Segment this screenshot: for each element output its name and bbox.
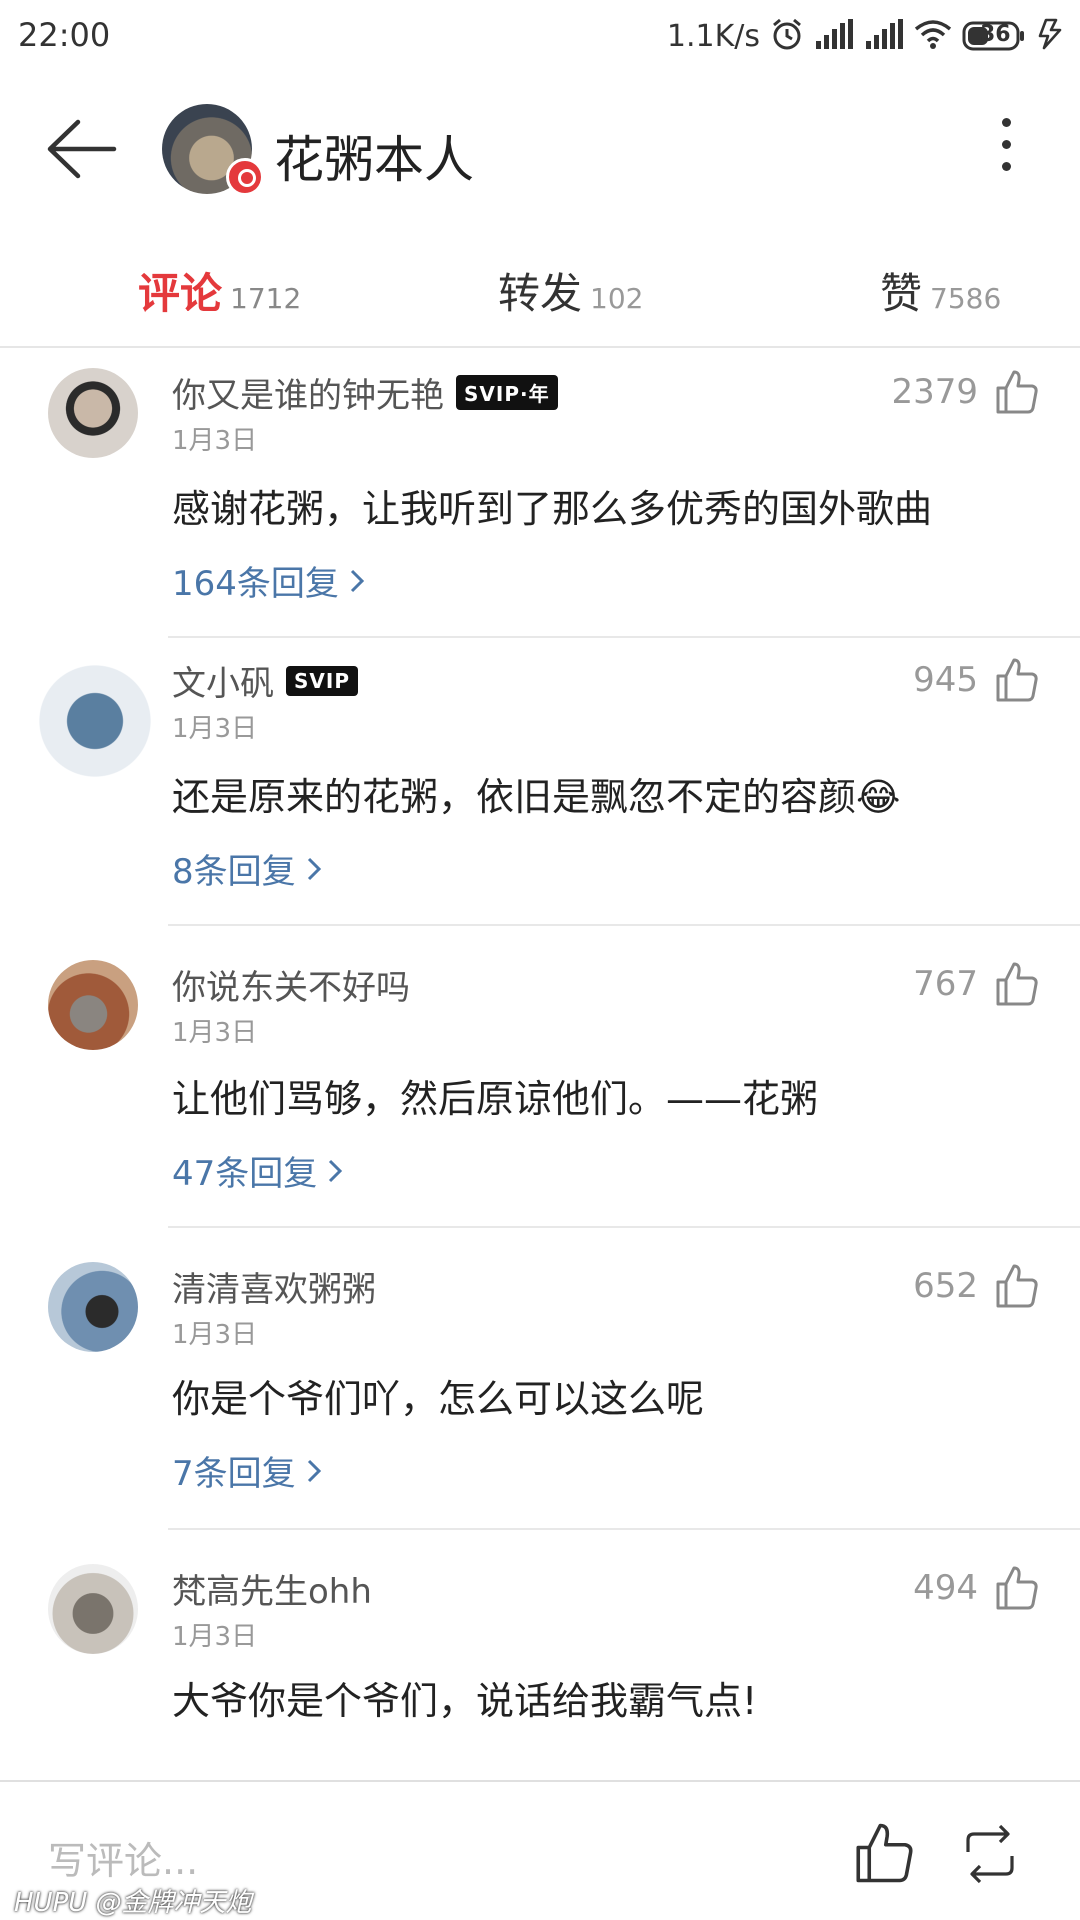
profile-name[interactable]: 花粥本人 [274,120,474,192]
comment-text: 让他们骂够，然后原谅他们。——花粥 [172,1077,819,1121]
view-replies-link[interactable]: 47条回复 [172,1146,343,1195]
chevron-right-icon [307,857,321,880]
divider [168,1226,1080,1228]
wifi-icon [914,19,952,53]
tab-likes[interactable]: 赞 7586 [880,260,1001,321]
like-count: 767 [913,964,978,1004]
avatar[interactable] [30,656,160,786]
status-icons: 1.1K/s 36 [667,14,1066,58]
comment-text: 你是个爷们吖，怎么可以这么呢 [172,1377,705,1421]
charging-icon [1036,18,1066,54]
avatar[interactable] [48,368,138,458]
comment-text: 感谢花粥，让我听到了那么多优秀的国外歌曲 [172,487,933,531]
username-text: 清清喜欢粥粥 [172,1270,376,1310]
username-text: 你说东关不好吗 [172,968,410,1008]
thumbs-up-icon [996,962,1038,1006]
avatar[interactable] [48,1262,138,1352]
vip-badge: SVIP·年 [456,375,558,410]
repost-button[interactable] [958,1822,1022,1890]
like-count: 945 [913,660,978,700]
tab-label: 转发 [498,269,583,318]
tab-bar: 评论 1712 转发 102 赞 7586 [0,248,1080,348]
tab-reposts[interactable]: 转发 102 [498,260,643,321]
like-count: 652 [913,1266,978,1306]
like-button[interactable]: 945 [913,656,1040,704]
chevron-right-icon [307,1459,321,1482]
battery-icon: 36 [962,21,1026,51]
tab-count: 1712 [230,282,302,315]
tab-count: 102 [590,282,644,315]
more-options-button[interactable] [996,118,1016,182]
comment-date: 1月3日 [172,1018,258,1048]
username-text: 你又是谁的钟无艳 [172,376,444,416]
like-button[interactable]: 494 [913,1564,1040,1612]
avatar[interactable] [48,960,138,1050]
divider [168,924,1080,926]
username-text: 文小矾 [172,664,274,704]
avatar[interactable] [48,1564,138,1654]
like-button[interactable]: 2379 [891,368,1040,416]
thumbs-up-icon [996,1566,1038,1610]
tab-count: 7586 [930,282,1002,315]
battery-level: 36 [980,22,1011,47]
verified-badge-icon [226,158,264,196]
network-speed: 1.1K/s [666,18,760,54]
back-button[interactable] [44,114,118,184]
comment-input[interactable]: 写评论... [48,1830,198,1885]
like-post-button[interactable] [850,1820,916,1890]
username-text: 梵高先生ohh [172,1572,372,1612]
watermark: HUPU @金牌冲天炮 [14,1888,252,1918]
like-count: 494 [913,1568,978,1608]
like-count: 2379 [891,372,978,412]
chevron-right-icon [350,569,365,592]
comment-username[interactable]: 文小矾 SVIP [172,656,358,705]
back-arrow-icon [47,119,117,179]
tab-comments[interactable]: 评论 1712 [138,260,301,321]
replies-label: 8条回复 [172,852,296,892]
comment-username[interactable]: 梵高先生ohh [172,1564,372,1613]
view-replies-link[interactable]: 8条回复 [172,844,322,893]
status-time: 22:00 [18,16,111,54]
like-button[interactable]: 652 [913,1262,1040,1310]
tab-label: 赞 [880,269,923,318]
view-replies-link[interactable]: 164条回复 [172,556,365,605]
alarm-icon [770,17,804,55]
thumbs-up-icon [856,1823,913,1883]
replies-label: 164条回复 [172,564,339,604]
comment-username[interactable]: 你说东关不好吗 [172,960,410,1009]
comment-text: 还是原来的花粥，依旧是飘忽不定的容颜😂 [172,775,901,819]
divider [168,1528,1080,1530]
signal-icon [814,19,854,53]
replies-label: 47条回复 [172,1154,318,1194]
view-replies-link[interactable]: 7条回复 [172,1446,322,1495]
comment-date: 1月3日 [172,1320,258,1350]
comment-username[interactable]: 清清喜欢粥粥 [172,1262,376,1311]
divider [168,636,1080,638]
repost-icon [966,1824,1014,1884]
comment-date: 1月3日 [172,426,258,456]
thumbs-up-icon [996,1264,1038,1308]
tab-label: 评论 [138,269,223,318]
more-vertical-icon [996,118,1016,171]
comment-text: 大爷你是个爷们，说话给我霸气点! [172,1679,758,1723]
like-button[interactable]: 767 [913,960,1040,1008]
thumbs-up-icon [996,658,1038,702]
thumbs-up-icon [996,370,1038,414]
comment-date: 1月3日 [172,1622,258,1652]
comment-username[interactable]: 你又是谁的钟无艳 SVIP·年 [172,368,558,417]
vip-badge: SVIP [286,665,358,696]
comment-date: 1月3日 [172,714,258,744]
replies-label: 7条回复 [172,1454,296,1494]
signal-icon [864,19,904,53]
header: 花粥本人 [0,72,1080,232]
status-bar: 22:00 1.1K/s 36 [0,0,1080,72]
chevron-right-icon [329,1159,343,1182]
